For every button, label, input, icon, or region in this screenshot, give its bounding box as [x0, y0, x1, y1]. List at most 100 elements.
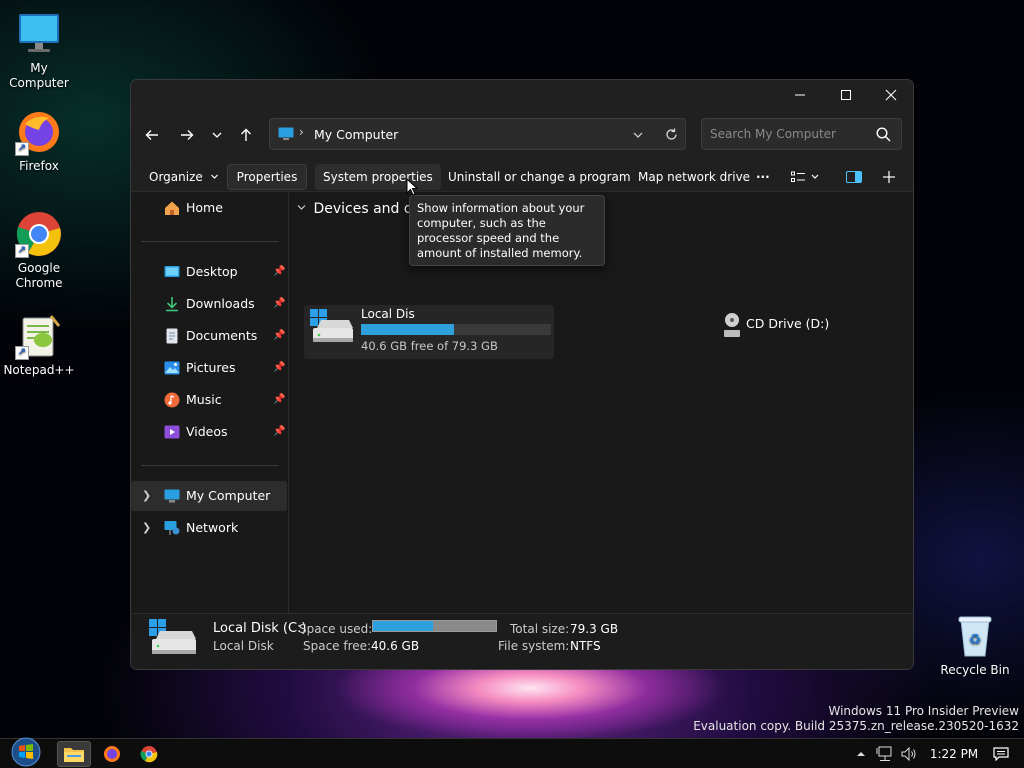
desktop-icon-label: My Computer — [9, 61, 69, 90]
chrome-icon: ↗ — [15, 210, 63, 258]
organize-button[interactable]: Organize — [141, 164, 227, 190]
space-used-fill — [373, 621, 434, 631]
drive-usage-bar — [361, 324, 551, 335]
address-history-chevron-icon[interactable] — [632, 129, 644, 141]
details-pane-button[interactable] — [838, 164, 870, 190]
recent-locations-button[interactable] — [202, 120, 232, 150]
action-center-button[interactable] — [988, 741, 1014, 767]
nav-item-label: Videos — [186, 424, 228, 439]
chrome-icon — [140, 746, 158, 763]
desktop-icon-recycle-bin[interactable]: ♻ Recycle Bin — [936, 612, 1014, 678]
chevron-down-icon — [212, 132, 222, 138]
up-button[interactable] — [231, 120, 261, 150]
search-box[interactable]: Search My Computer — [701, 118, 902, 150]
desktop-icon-label: Notepad++ — [3, 363, 75, 377]
clock[interactable]: 1:22 PM — [924, 741, 984, 767]
up-arrow-icon — [241, 128, 251, 141]
nav-item-videos[interactable]: Videos 📌 — [131, 417, 287, 447]
nav-item-label: My Computer — [186, 488, 271, 503]
nav-item-label: Documents — [186, 328, 258, 343]
network-tray-button[interactable] — [873, 741, 897, 767]
recycle-bin-icon: ♻ — [951, 612, 999, 660]
close-button[interactable] — [868, 80, 913, 110]
search-icon[interactable] — [876, 127, 891, 142]
properties-button[interactable]: Properties — [227, 164, 307, 190]
nav-item-pictures[interactable]: Pictures 📌 — [131, 353, 287, 383]
pin-icon: 📌 — [273, 362, 286, 373]
show-hidden-icons-button[interactable] — [852, 741, 870, 767]
more-options-button[interactable]: ··· — [748, 164, 778, 190]
cd-drive-label[interactable]: CD Drive (D:) — [746, 316, 829, 331]
nav-item-network[interactable]: ❯ Network — [131, 513, 287, 543]
new-item-button[interactable] — [874, 164, 906, 190]
nav-item-label: Downloads — [186, 296, 255, 311]
volume-tray-button[interactable] — [898, 741, 920, 767]
details-title: Local Disk (C:) — [213, 621, 307, 636]
space-used-label: Space used: — [299, 622, 373, 636]
nav-item-documents[interactable]: Documents 📌 — [131, 321, 287, 351]
pin-icon: 📌 — [273, 330, 286, 341]
space-free-label: Space free: — [303, 639, 372, 653]
details-pane: Local Disk (C:) Local Disk Space used: S… — [131, 613, 913, 669]
drive-free-text: 40.6 GB free of 79.3 GB — [361, 339, 498, 353]
drive-tile-local-disk-content[interactable]: Local Dis 40.6 GB free of 79.3 GB — [304, 305, 554, 359]
desktop-folder-icon — [164, 266, 180, 277]
nav-item-downloads[interactable]: Downloads 📌 — [131, 289, 287, 319]
breadcrumb-separator: › — [299, 125, 304, 139]
taskbar-file-explorer[interactable] — [57, 741, 91, 767]
total-size-value: 79.3 GB — [570, 622, 619, 636]
refresh-icon[interactable] — [665, 128, 678, 141]
drive-name: Local Dis — [361, 307, 415, 321]
nav-divider — [141, 241, 279, 242]
volume-icon — [901, 747, 916, 761]
group-header-devices[interactable]: Devices and dr — [296, 201, 419, 217]
navigation-pane: Home Desktop 📌 Downloads 📌 Documents 📌 P… — [131, 193, 289, 613]
local-disk-icon — [310, 309, 353, 342]
minimize-button[interactable] — [777, 80, 823, 110]
desktop-icon-label: Google Chrome — [15, 261, 63, 290]
nav-item-label: Home — [186, 200, 223, 215]
taskbar-firefox[interactable] — [95, 741, 129, 767]
mouse-cursor-icon — [406, 178, 418, 196]
space-used-bar — [372, 620, 497, 632]
maximize-button[interactable] — [823, 80, 869, 110]
desktop-icon-firefox[interactable]: ↗ Firefox — [0, 108, 78, 174]
taskbar-chrome[interactable] — [132, 741, 166, 767]
pictures-icon — [164, 361, 180, 375]
address-bar[interactable]: › My Computer — [269, 118, 686, 150]
minimize-icon — [795, 94, 805, 96]
cd-drive-icon[interactable] — [722, 311, 742, 341]
documents-icon — [166, 328, 178, 344]
details-subtitle: Local Disk — [213, 639, 274, 653]
desktop-icon-notepad-plus-plus[interactable]: ↗ Notepad++ — [0, 312, 78, 378]
expand-chevron-icon[interactable]: ❯ — [142, 481, 151, 511]
address-row: › My Computer Search My Computer — [131, 114, 913, 162]
desktop-icon-label: Firefox — [19, 159, 59, 173]
maximize-icon — [841, 90, 851, 100]
pin-icon: 📌 — [273, 298, 286, 309]
music-icon — [164, 392, 180, 408]
chevron-down-icon — [210, 174, 218, 179]
forward-button[interactable] — [172, 120, 202, 150]
back-button[interactable] — [137, 120, 167, 150]
view-options-button[interactable] — [783, 164, 827, 190]
start-button[interactable] — [8, 737, 44, 767]
chevron-up-icon — [857, 752, 865, 756]
evaluation-watermark: Windows 11 Pro Insider Preview Evaluatio… — [693, 704, 1019, 734]
desktop-icon-chrome[interactable]: ↗ Google Chrome — [0, 210, 78, 291]
watermark-line-2: Evaluation copy. Build 25375.zn_release.… — [693, 719, 1019, 733]
nav-item-home[interactable]: Home — [131, 193, 287, 223]
system-properties-button[interactable]: System properties — [315, 164, 441, 190]
nav-item-label: Music — [186, 392, 222, 407]
expand-chevron-icon[interactable]: ❯ — [142, 513, 151, 543]
desktop-icon-my-computer[interactable]: My Computer — [0, 10, 78, 91]
nav-item-my-computer[interactable]: ❯ My Computer — [131, 481, 287, 511]
breadcrumb-my-computer[interactable]: My Computer — [314, 127, 398, 142]
map-network-drive-button[interactable]: Map network drive — [630, 164, 758, 190]
nav-divider — [141, 465, 279, 466]
nav-item-music[interactable]: Music 📌 — [131, 385, 287, 415]
uninstall-program-button[interactable]: Uninstall or change a program — [440, 164, 639, 190]
desktop-icon-label: Recycle Bin — [940, 663, 1010, 677]
computer-icon — [278, 127, 294, 140]
nav-item-desktop[interactable]: Desktop 📌 — [131, 257, 287, 287]
